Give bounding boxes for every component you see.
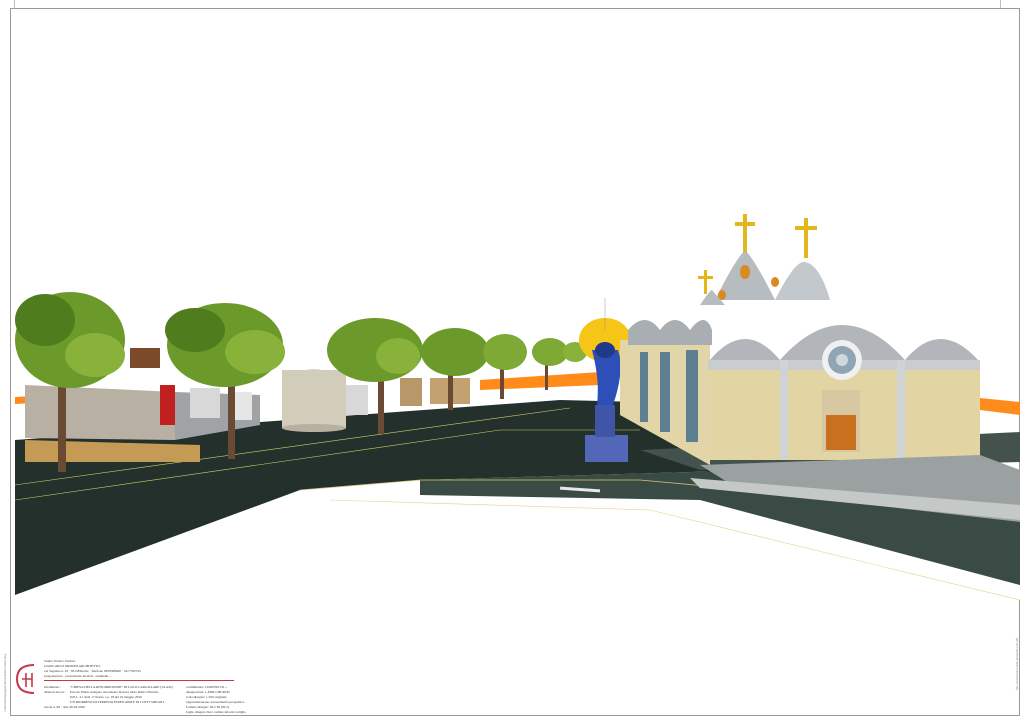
studio-address: via Saganna n. 45 · 00138 Roma · Telefon… (44, 669, 141, 673)
title-block-right-line: committente: COMUNE DI ... (186, 685, 228, 689)
studio-logo (15, 664, 35, 694)
directors-value: Piccolo Pianto delegato autorizzato Dott… (70, 690, 159, 694)
title-block-right-line: formato disegno: 60 x 84 (84 x) (186, 705, 230, 709)
architectural-render (14, 214, 1021, 601)
side-note-right: file: resurrezione-render-prospettiva-01… (1015, 637, 1019, 690)
allotment-line: UN RIORDINO DI TERRENO EDIFICABILE IN LO… (70, 700, 165, 704)
directors-label: direttori lavori : (44, 690, 66, 694)
church-cross (735, 214, 755, 252)
studio-name: Studio Tecnico Ordoni (44, 659, 75, 663)
title-block-rule (44, 680, 234, 681)
title-block-right-line: rappresentazione: assonometria prospetti… (186, 700, 245, 704)
church-cross (795, 218, 817, 258)
side-note-left: c:\documenti\progetti\chiesa\render\vist… (3, 653, 7, 712)
title-block-right-line: foglio disegno: Rev cartina/ inform cart… (186, 710, 246, 714)
architect-name: GIANCARLO ORDONI ARCHITETTO (44, 664, 100, 668)
project-label: riferimento : (44, 685, 62, 689)
project-name: "CHIESA DELLA RESURREZIONE" IN LOCO LARG… (70, 685, 173, 689)
title-block-right-line: disegno/data: 1-MID-CHURCH (186, 690, 230, 694)
drawing-line: tavola n. 08 · data 30-03-2020 (44, 705, 86, 709)
title-block-right-line: scala/disegno: 1:100 originale (186, 695, 227, 699)
studio-roles: progettazione - prevenzione incendi - st… (44, 674, 112, 678)
title-block: Studio Tecnico Ordoni GIANCARLO ORDONI A… (14, 655, 314, 714)
permit-line: D.P.L. 4.1 Roll 17 marzo c.p. 18 del 19 … (70, 695, 142, 699)
church-cross (698, 270, 713, 294)
